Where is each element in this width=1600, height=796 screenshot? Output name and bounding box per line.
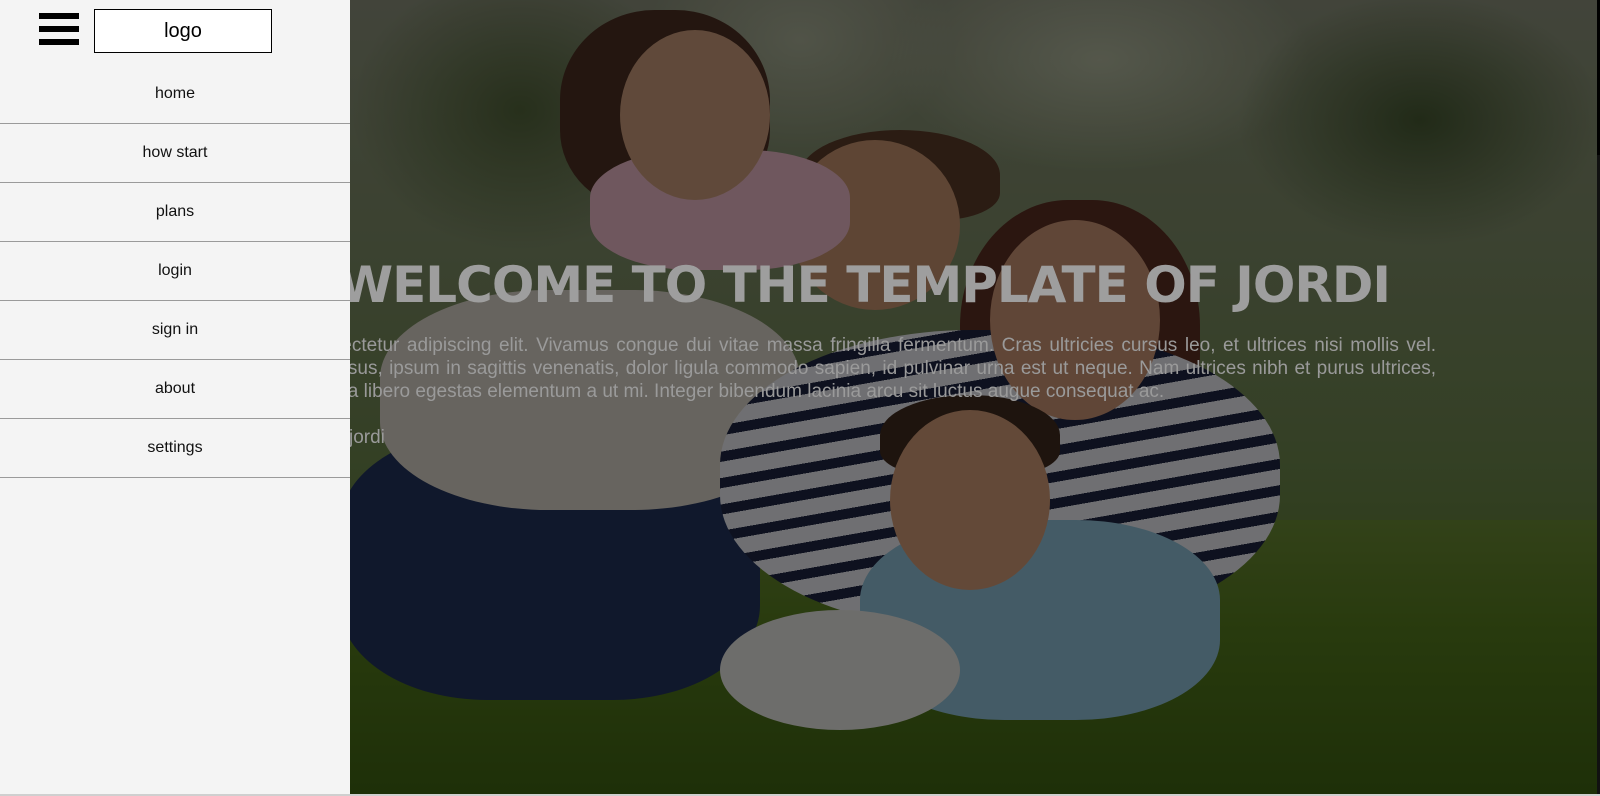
sidebar: logo home how start plans login sign in … (0, 0, 350, 796)
sidebar-nav: home how start plans login sign in about… (0, 64, 350, 478)
logo[interactable]: logo (94, 9, 272, 53)
hero-title: WELCOME TO THE TEMPLATE OF JORDI (338, 256, 1391, 314)
sidebar-item-login[interactable]: login (0, 242, 350, 301)
hamburger-bar (39, 13, 79, 19)
sidebar-item-home[interactable]: home (0, 64, 350, 124)
sidebar-item-sign-in[interactable]: sign in (0, 301, 350, 360)
sidebar-item-about[interactable]: about (0, 360, 350, 419)
page: WELCOME TO THE TEMPLATE OF JORDI Lorem i… (0, 0, 1600, 796)
hamburger-bar (39, 26, 79, 32)
sidebar-item-plans[interactable]: plans (0, 183, 350, 242)
sidebar-header: logo (0, 0, 350, 68)
hamburger-bar (39, 39, 79, 45)
sidebar-item-how-start[interactable]: how start (0, 124, 350, 183)
hamburger-menu-icon[interactable] (39, 13, 81, 50)
sidebar-item-settings[interactable]: settings (0, 419, 350, 478)
hero-author: jordi (349, 427, 385, 448)
